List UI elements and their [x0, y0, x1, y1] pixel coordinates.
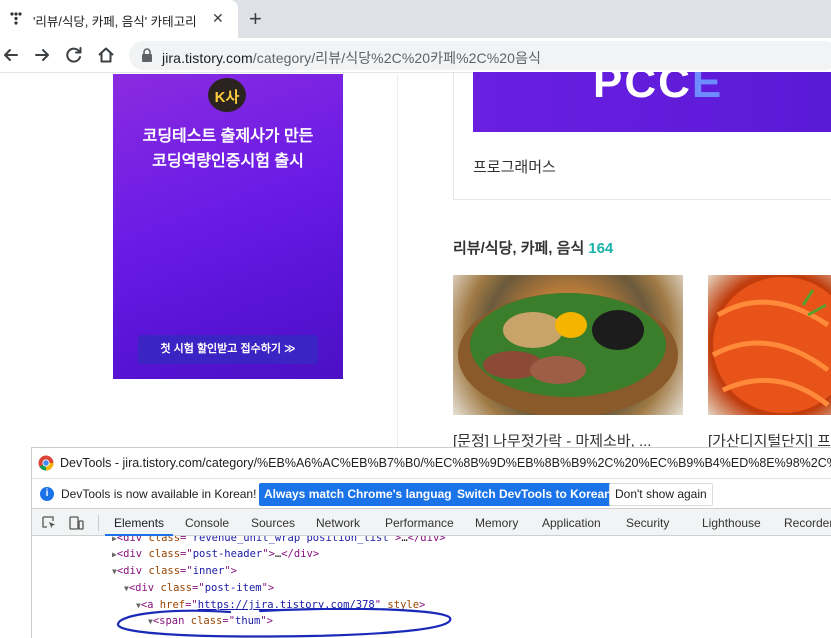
noodle-photo: [711, 277, 831, 413]
ad-banner[interactable]: K사 코딩테스트 출제사가 만든 코딩역량인증시험 출시 첫 시험 할인받고 접…: [113, 74, 343, 379]
screen: '리뷰/식당, 카페, 음식' 카테고리 ✕ + jira.tistory.co…: [0, 0, 831, 638]
browser-tab[interactable]: '리뷰/식당, 카페, 음식' 카테고리 ✕: [0, 0, 238, 38]
bibimbap-photo: [458, 293, 678, 415]
ad-badge: K사: [208, 78, 246, 112]
dom-node[interactable]: ▼<span class="thum">: [148, 613, 273, 629]
back-arrow-icon[interactable]: [0, 44, 22, 66]
url-path: /category/리뷰/식당%2C%20카페%2C%20음식: [252, 50, 542, 66]
home-icon[interactable]: [95, 44, 117, 66]
reload-icon[interactable]: [63, 44, 85, 66]
infobar-message: DevTools is now available in Korean!: [61, 487, 257, 501]
href-link[interactable]: https://jira.tistory.com/378: [198, 599, 375, 611]
forward-arrow-icon[interactable]: [31, 44, 53, 66]
dom-node[interactable]: ▶<div class="post-header">…</div>: [112, 546, 319, 562]
new-tab-button[interactable]: +: [249, 7, 262, 31]
category-count: 164: [588, 240, 614, 257]
post-thumbnail[interactable]: [453, 275, 683, 415]
dom-node[interactable]: ▼<a href="https://jira.tistory.com/378" …: [136, 597, 425, 613]
category-heading: 리뷰/식당, 카페, 음식 164: [453, 237, 613, 258]
tabbar-separator: [98, 515, 99, 531]
ad-headline-2: 코딩역량인증시험 출시: [152, 153, 304, 170]
tab-network[interactable]: Network: [316, 516, 360, 530]
promo-card[interactable]: PCCE 프로그래머스: [453, 72, 831, 200]
tab-sources[interactable]: Sources: [251, 516, 295, 530]
dom-node[interactable]: ▶<div class="revenue_unit_wrap position_…: [112, 536, 446, 546]
elements-tree: ▶<div class="revenue_unit_wrap position_…: [32, 536, 831, 638]
address-bar[interactable]: jira.tistory.com/category/리뷰/식당%2C%20카페%…: [129, 41, 831, 70]
device-toolbar-icon[interactable]: [69, 516, 84, 530]
always-match-language-button[interactable]: Always match Chrome's language: [259, 483, 464, 506]
url-text: jira.tistory.com/category/리뷰/식당%2C%20카페%…: [162, 48, 541, 68]
devtools-title: DevTools - jira.tistory.com/category/%EB…: [60, 456, 831, 470]
devtools-infobar: i DevTools is now available in Korean! A…: [32, 478, 831, 508]
dont-show-again-button[interactable]: Don't show again: [609, 483, 713, 506]
tab-recorder[interactable]: Recorder: [784, 516, 831, 530]
tab-performance[interactable]: Performance: [385, 516, 454, 530]
tab-memory[interactable]: Memory: [475, 516, 518, 530]
chrome-icon: [38, 455, 54, 471]
pcce-logo: PCCE: [593, 72, 724, 107]
ad-headline-1: 코딩테스트 출제사가 만든: [142, 128, 314, 145]
tab-title: '리뷰/식당, 카페, 음식' 카테고리: [33, 15, 197, 29]
switch-to-korean-button[interactable]: Switch DevTools to Korean: [452, 483, 617, 506]
url-host: jira.tistory.com: [162, 50, 253, 66]
dom-node[interactable]: ▼<div class="inner">: [112, 563, 237, 579]
inspect-element-icon[interactable]: [42, 516, 57, 530]
dom-node[interactable]: ▼<div class="post-item">: [124, 580, 274, 596]
tab-security[interactable]: Security: [626, 516, 669, 530]
ad-badge-text: K사: [214, 89, 240, 106]
devtools-titlebar: DevTools - jira.tistory.com/category/%EB…: [32, 448, 831, 478]
post-thumbnail[interactable]: [708, 275, 831, 415]
category-name: 리뷰/식당, 카페, 음식: [453, 240, 585, 257]
devtools-tabbar: Elements Console Sources Network Perform…: [32, 508, 831, 536]
tistory-favicon-icon: [10, 12, 22, 25]
tab-elements[interactable]: Elements: [114, 516, 164, 530]
tab-close-icon[interactable]: ✕: [212, 10, 224, 26]
browser-tabstrip: '리뷰/식당, 카페, 음식' 카테고리 ✕ +: [0, 0, 831, 38]
browser-toolbar: jira.tistory.com/category/리뷰/식당%2C%20카페%…: [0, 38, 831, 73]
info-icon: i: [40, 487, 54, 501]
promo-card-image[interactable]: PCCE: [473, 72, 831, 132]
ad-cta-button[interactable]: 첫 시험 할인받고 접수하기 ≫: [138, 335, 318, 364]
tab-lighthouse[interactable]: Lighthouse: [702, 516, 761, 530]
devtools-window: DevTools - jira.tistory.com/category/%EB…: [31, 447, 831, 638]
promo-card-caption[interactable]: 프로그래머스: [473, 156, 556, 177]
lock-icon[interactable]: [141, 48, 153, 62]
tab-console[interactable]: Console: [185, 516, 229, 530]
tab-application[interactable]: Application: [542, 516, 601, 530]
column-divider: [397, 74, 398, 454]
